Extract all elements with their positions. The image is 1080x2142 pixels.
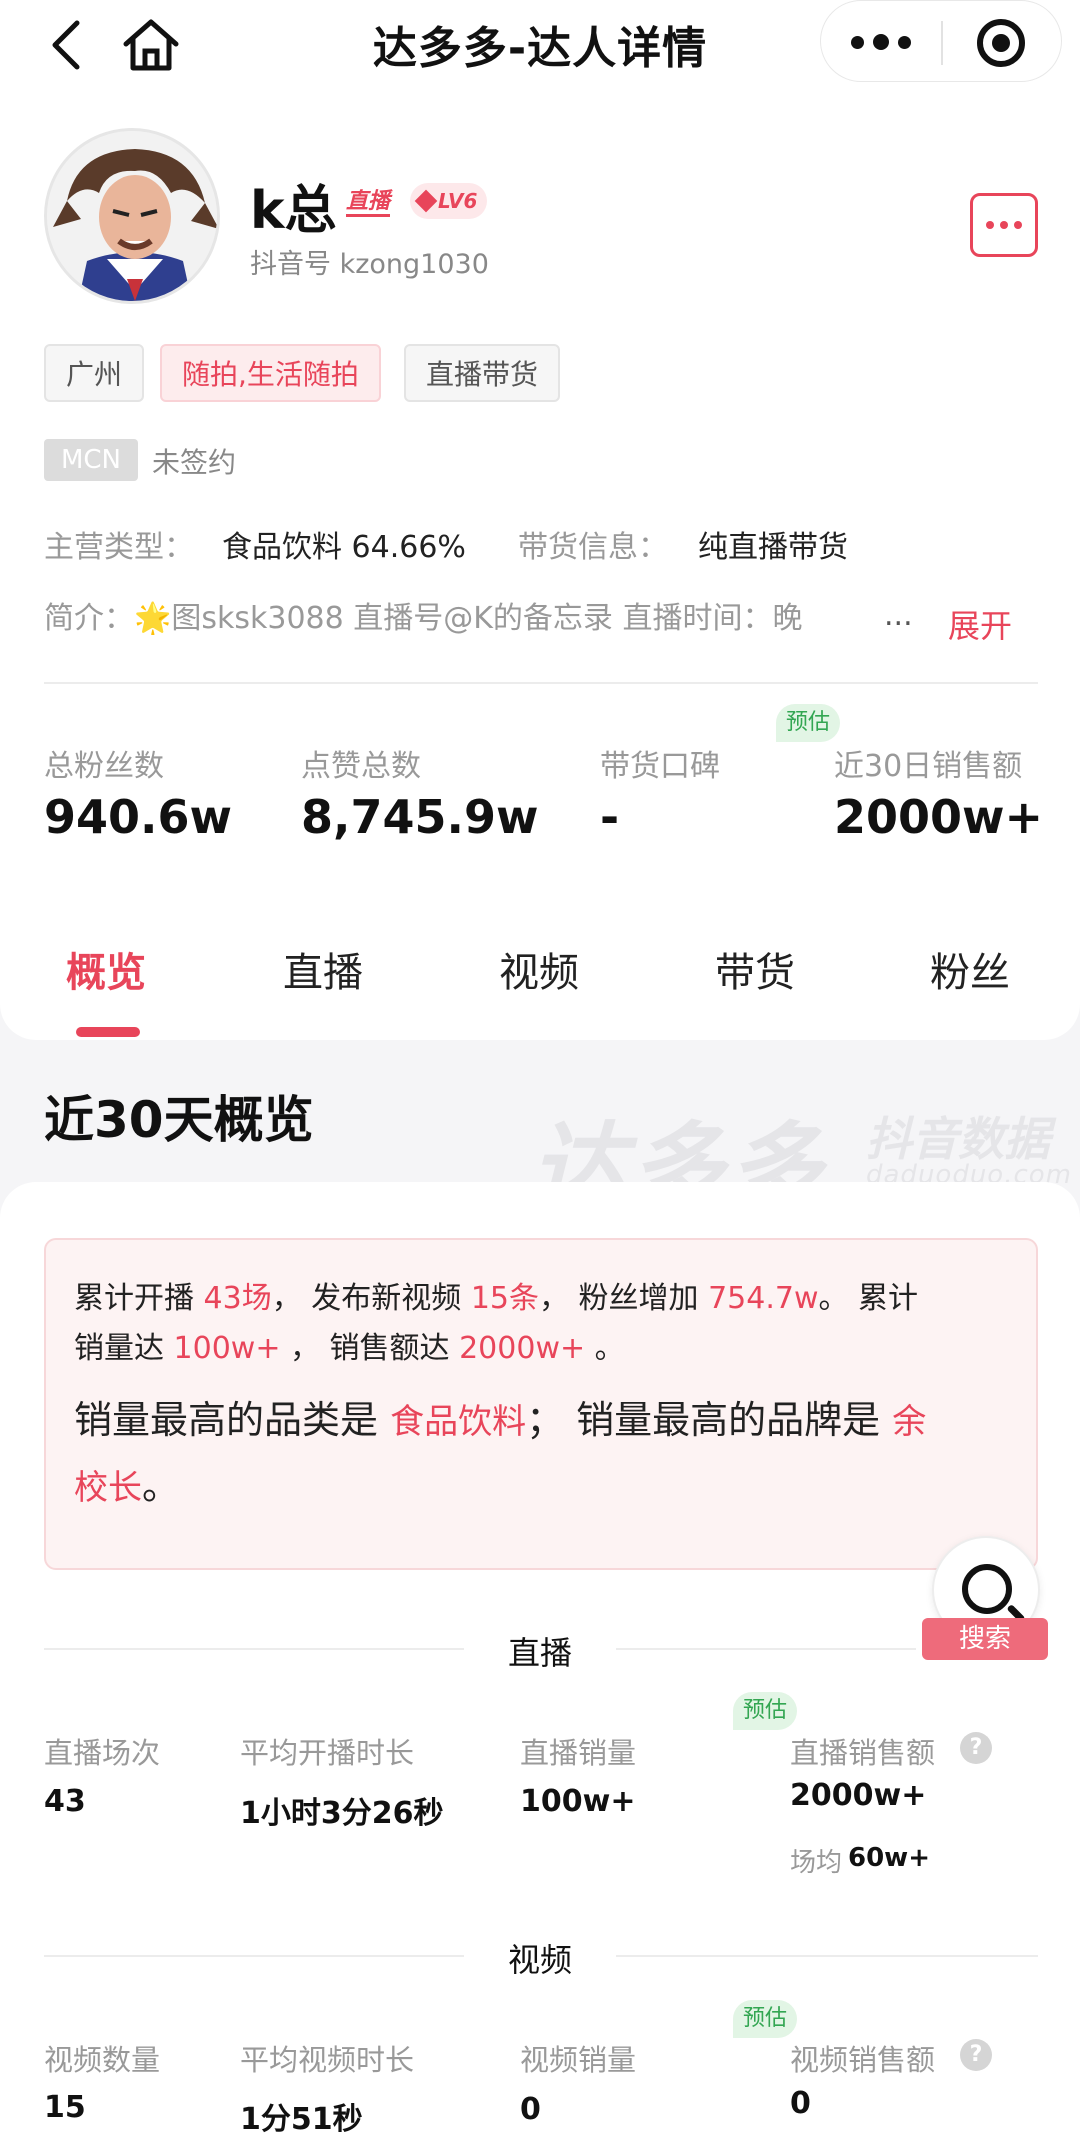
- summary-text: 销量最高的品类是: [74, 1398, 391, 1442]
- stat-value-sales: 2000w+: [834, 790, 1044, 844]
- summary-line-2: 销量最高的品类是 食品饮料； 销量最高的品牌是 余校长。: [74, 1388, 1008, 1520]
- summary-text: 。 累计: [818, 1281, 919, 1316]
- tab-fans[interactable]: 粉丝: [930, 940, 1010, 998]
- summary-sales-volume: 100w+: [173, 1331, 281, 1366]
- stat-value-reputation: -: [600, 790, 620, 844]
- live-sales-amount-value: 2000w+: [790, 1778, 927, 1813]
- live-sales-volume-label: 直播销量: [520, 1736, 637, 1770]
- category-label: 主营类型：: [44, 530, 194, 565]
- divider: [44, 682, 1038, 684]
- tag-location: 广州: [44, 344, 145, 402]
- video-section-title: 视频: [507, 1941, 572, 1979]
- summary-top-brand: 校长: [74, 1468, 142, 1508]
- summary-box: 累计开播 43场， 发布新视频 15条， 粉丝增加 754.7w。 累计 销量达…: [44, 1238, 1038, 1570]
- summary-top-brand: 余: [892, 1402, 927, 1442]
- creator-name: k总: [250, 181, 337, 241]
- goods-value: 纯直播带货: [698, 530, 848, 565]
- mini-program-capsule: [820, 0, 1062, 82]
- intro: 简介：🌟图sksk3088 直播号@K的备忘录 直播时间：晚: [44, 593, 802, 637]
- video-sales-volume-label: 视频销量: [520, 2043, 637, 2077]
- goods-label: 带货信息：: [518, 530, 668, 565]
- summary-text: ， 发布新视频: [271, 1281, 471, 1316]
- video-count-value: 15: [44, 2090, 86, 2125]
- live-tag: 直播: [346, 190, 391, 217]
- live-section-title: 直播: [507, 1634, 572, 1672]
- stat-label-sales: 近30日销售额: [834, 749, 1023, 784]
- live-count-label: 直播场次: [44, 1736, 161, 1770]
- video-count-label: 视频数量: [44, 2043, 161, 2077]
- summary-text: ； 销量最高的品牌是: [526, 1398, 893, 1442]
- intro-label: 简介：: [44, 601, 134, 636]
- douyin-id: 抖音号 kzong1030: [250, 249, 489, 280]
- avg-per-live-label: 场均: [790, 1848, 843, 1878]
- video-sales-amount-label: 视频销售额: [790, 2043, 936, 2077]
- avatar[interactable]: [44, 128, 220, 304]
- diamond-icon: [414, 189, 438, 213]
- live-sales-amount-label: 直播销售额: [790, 1736, 936, 1770]
- summary-text: ， 销售额达: [280, 1331, 460, 1366]
- tag-type: 直播带货: [404, 344, 561, 402]
- estimate-badge: 预估: [776, 704, 841, 742]
- overview-title: 近30天概览: [44, 1091, 314, 1149]
- intro-text: 图sksk3088 直播号@K的备忘录 直播时间：晚: [171, 601, 803, 636]
- mcn-badge: MCN: [44, 439, 138, 481]
- summary-line-1: 累计开播 43场， 发布新视频 15条， 粉丝增加 754.7w。 累计 销量达…: [74, 1274, 1008, 1374]
- summary-fans-growth: 754.7w: [708, 1281, 819, 1316]
- video-sales-volume-value: 0: [520, 2092, 541, 2127]
- stat-label-likes: 点赞总数: [301, 749, 421, 784]
- video-sales-amount-value: 0: [790, 2086, 811, 2121]
- tab-video[interactable]: 视频: [499, 940, 579, 998]
- stat-value-likes: 8,745.9w: [301, 790, 539, 844]
- tab-overview[interactable]: 概览: [66, 940, 146, 998]
- estimate-badge: 预估: [733, 1692, 798, 1730]
- summary-live-count: 43场: [203, 1281, 272, 1316]
- summary-text: 。: [142, 1464, 181, 1508]
- avg-per-live-value: 60w+: [848, 1843, 930, 1873]
- tab-live[interactable]: 直播: [283, 940, 363, 998]
- avg-video-duration-value: 1分51秒: [240, 2102, 363, 2137]
- level-text: LV6: [438, 189, 478, 213]
- stat-label-fans: 总粉丝数: [44, 749, 164, 784]
- estimate-badge: 预估: [733, 2000, 798, 2038]
- menu-dots-icon[interactable]: [970, 193, 1038, 257]
- summary-text: 。: [585, 1331, 625, 1366]
- help-icon[interactable]: ?: [960, 2039, 992, 2071]
- summary-text: ， 粉丝增加: [539, 1281, 709, 1316]
- capsule-divider: [941, 21, 943, 65]
- level-badge: LV6: [410, 183, 488, 219]
- target-icon[interactable]: [977, 19, 1025, 67]
- live-sales-volume-value: 100w+: [520, 1784, 636, 1819]
- help-icon[interactable]: ?: [960, 1732, 992, 1764]
- summary-text: 销量达: [74, 1331, 174, 1366]
- avg-video-duration-label: 平均视频时长: [240, 2043, 415, 2077]
- more-dots-icon[interactable]: [851, 27, 911, 57]
- summary-text: 累计开播: [74, 1281, 204, 1316]
- stat-value-fans: 940.6w: [44, 790, 232, 844]
- mcn-status: 未签约: [152, 446, 237, 479]
- tab-goods[interactable]: 带货: [715, 940, 795, 998]
- avg-live-duration-value: 1小时3分26秒: [240, 1796, 444, 1831]
- summary-top-category: 食品饮料: [390, 1402, 527, 1442]
- tab-indicator: [76, 1027, 140, 1037]
- intro-ellipsis: ...: [884, 598, 913, 633]
- summary-sales-amount: 2000w+: [459, 1331, 586, 1366]
- tag-category: 随拍,生活随拍: [160, 344, 381, 402]
- live-count-value: 43: [44, 1784, 86, 1819]
- avg-live-duration-label: 平均开播时长: [240, 1736, 415, 1770]
- star-icon: 🌟: [134, 601, 172, 636]
- stat-label-reputation: 带货口碑: [600, 749, 720, 784]
- category-value: 食品饮料 64.66%: [222, 530, 466, 565]
- expand-button[interactable]: 展开: [948, 601, 1012, 647]
- summary-video-count: 15条: [470, 1281, 539, 1316]
